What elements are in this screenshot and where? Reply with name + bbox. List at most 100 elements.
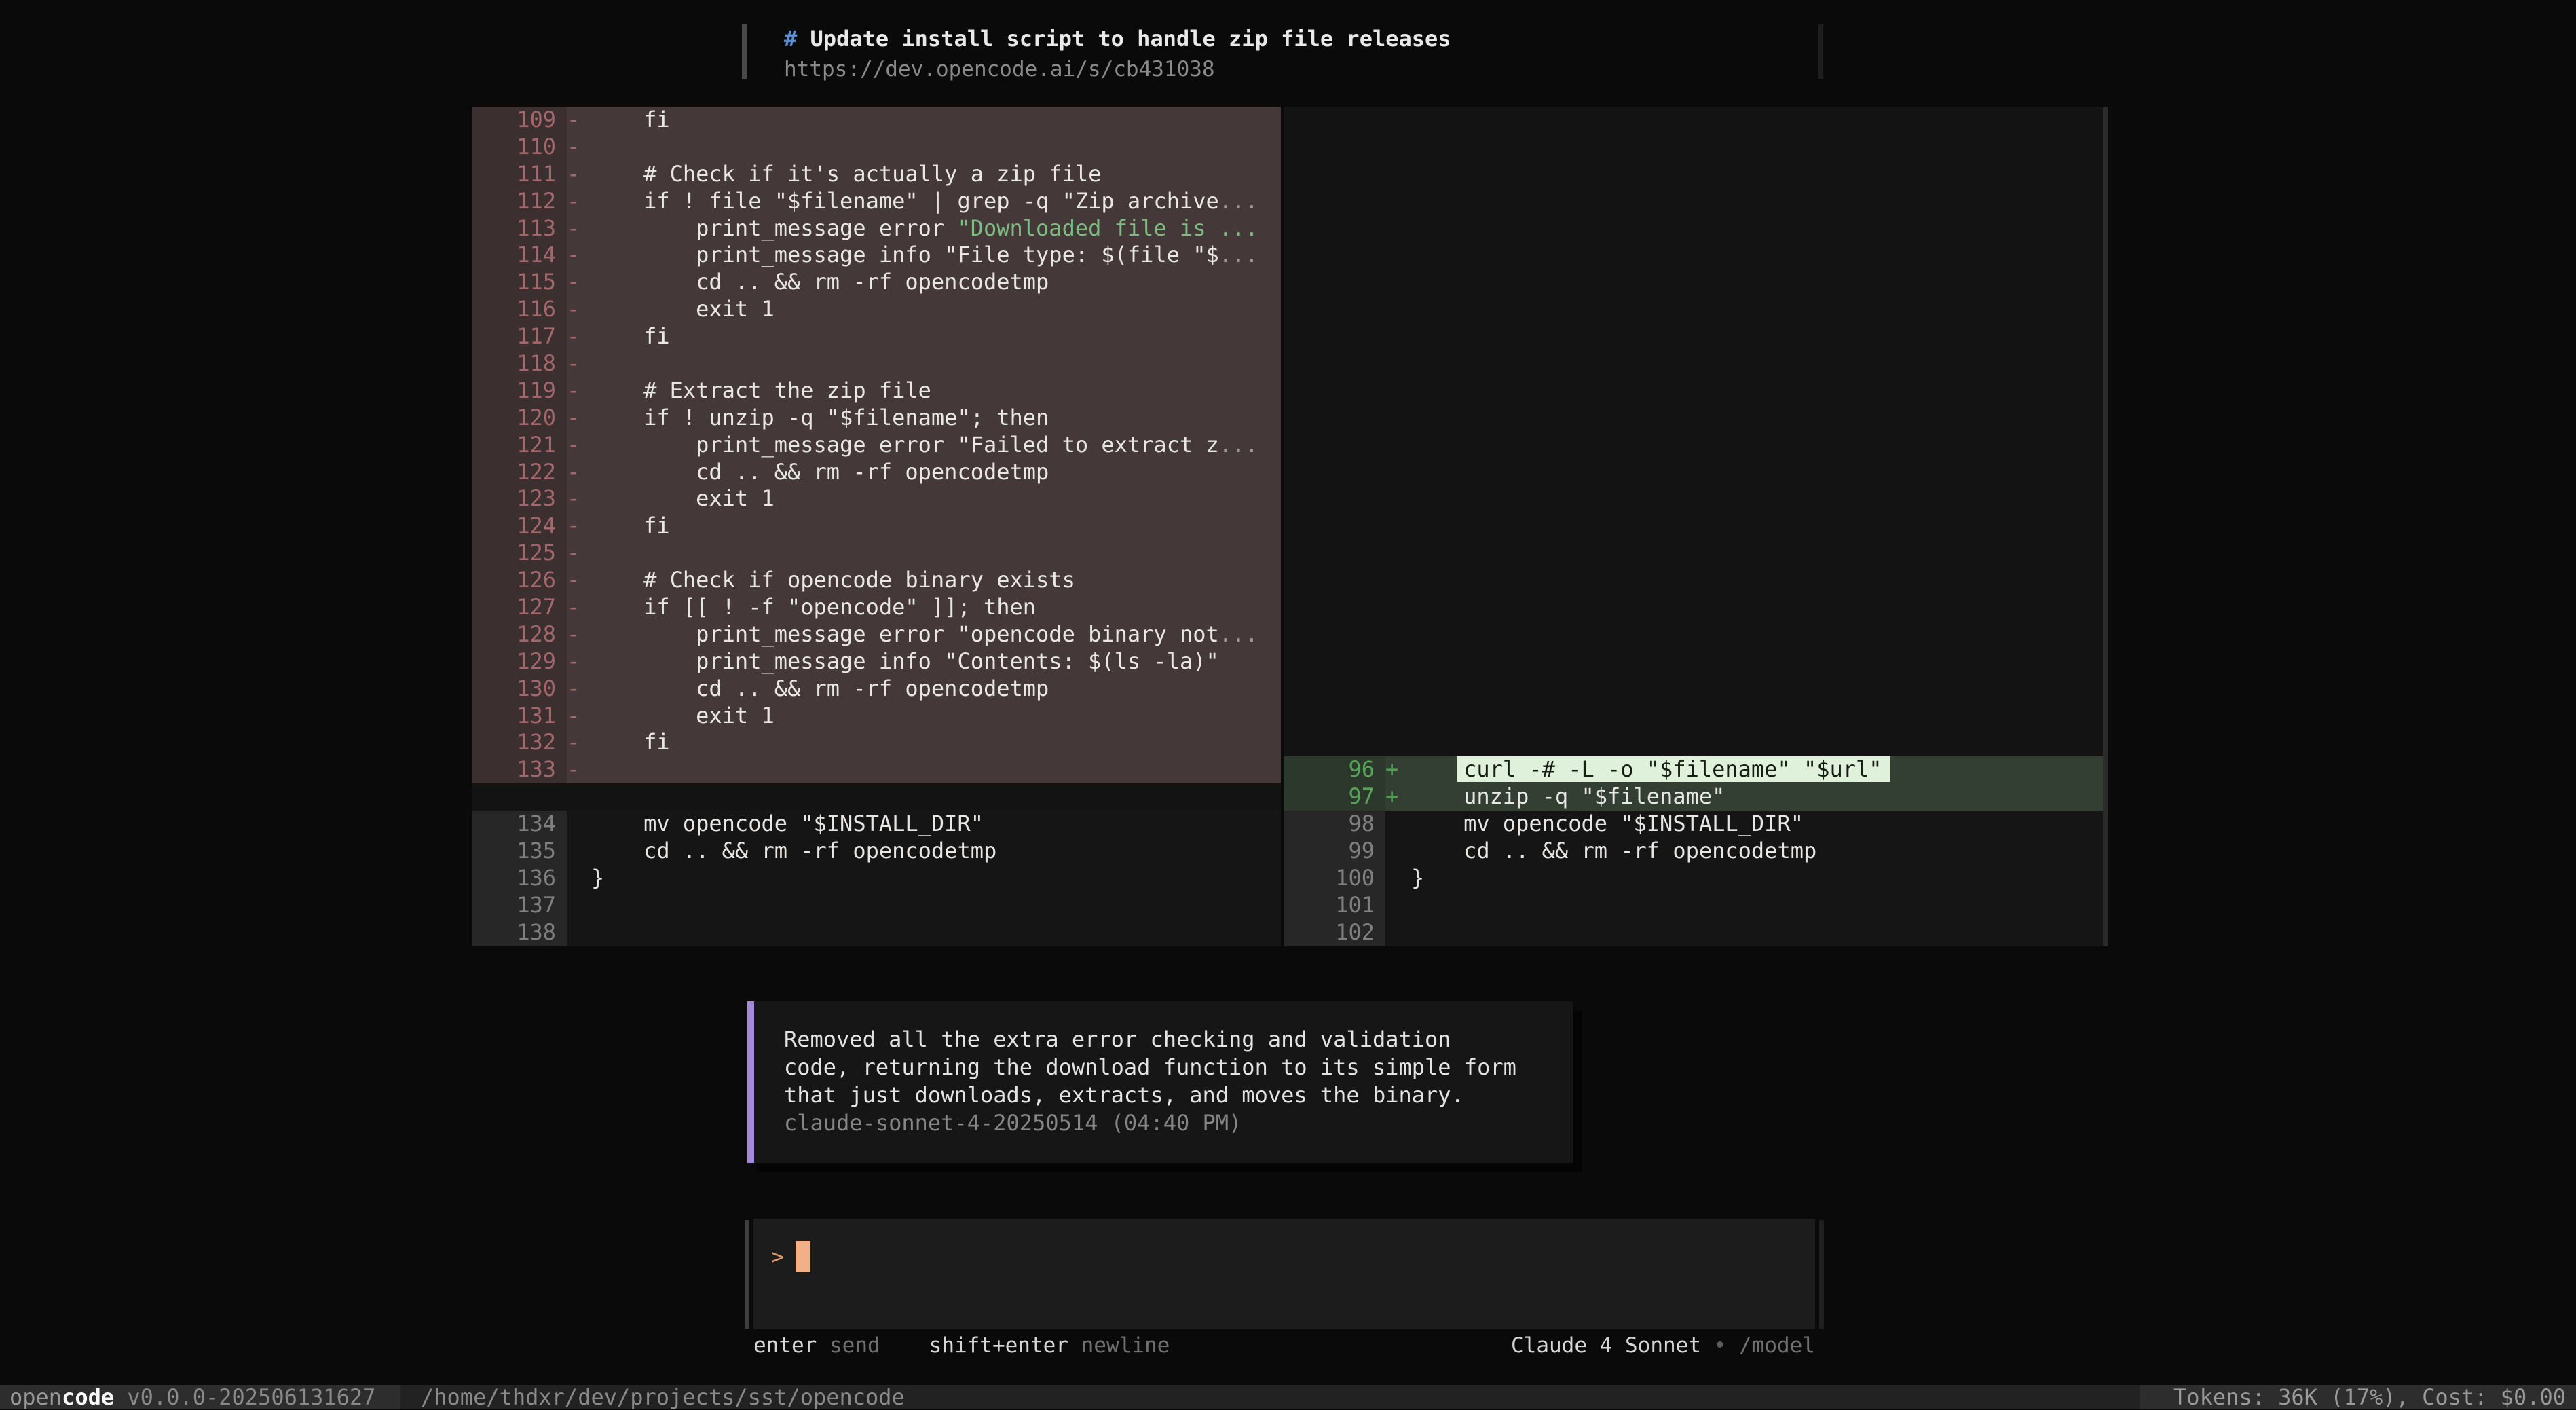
diff-row-new-100: 100} — [1284, 864, 2103, 892]
code-line: mv opencode "$INSTALL_DIR" — [1411, 811, 1804, 837]
line-number: 133 — [472, 756, 567, 784]
line-number: 101 — [1284, 891, 1385, 919]
diff-row-new-97: 97 + unzip -q "$filename" — [1284, 783, 2103, 811]
model-indicator[interactable]: Claude 4 Sonnet • /model — [1511, 1333, 1815, 1358]
removed-marker: - — [567, 323, 580, 350]
diff-filler-row — [1284, 350, 2103, 377]
diff-filler-row — [1284, 405, 2103, 432]
diff-row-old-126: 126- # Check if opencode binary exists — [472, 567, 1281, 595]
header-left-border — [742, 24, 747, 79]
line-number: 117 — [472, 323, 567, 351]
line-number: 127 — [472, 594, 567, 621]
line-number: 137 — [472, 891, 567, 919]
removed-marker: - — [567, 377, 580, 403]
diff-filler-row — [1284, 703, 2103, 730]
diff-row-old-132: 132- fi — [472, 729, 1281, 757]
line-number: 129 — [472, 648, 567, 675]
code-line: if ! file "$filename" | grep -q "Zip arc… — [591, 187, 1258, 214]
diff-filler-row — [1284, 323, 2103, 350]
token-cost-stats: Tokens: 36K (17%), Cost: $0.00 — [2140, 1385, 2576, 1409]
removed-marker: - — [567, 675, 580, 701]
removed-marker: - — [567, 107, 580, 132]
share-url[interactable]: https://dev.opencode.ai/s/cb431038 — [784, 57, 1215, 81]
diff-row-old-112: 112- if ! file "$filename" | grep -q "Zi… — [472, 187, 1281, 215]
diff-filler-row — [1284, 621, 2103, 648]
removed-marker: - — [567, 594, 580, 620]
input-right-border — [1819, 1220, 1824, 1329]
text-cursor — [796, 1241, 810, 1272]
app-name-dim: open — [10, 1384, 62, 1410]
code-line: if ! unzip -q "$filename"; then — [591, 404, 1049, 430]
removed-marker: - — [567, 296, 580, 322]
diff-filler-row — [1284, 134, 2103, 161]
line-number: 136 — [472, 864, 567, 892]
diff-row-old-128: 128- print_message error "opencode binar… — [472, 620, 1281, 648]
diff-row-old-116: 116- exit 1 — [472, 296, 1281, 324]
footer-hints: enter send shift+enter newline Claude 4 … — [753, 1333, 1815, 1358]
app-name-bold: code — [62, 1384, 115, 1410]
code-line: # Check if it's actually a zip file — [591, 160, 1102, 187]
removed-marker: - — [567, 540, 580, 566]
selected-change-highlight: curl -# -L -o "$filename" "$url" — [1457, 756, 1890, 783]
message-text-line: code, returning the download function to… — [784, 1054, 1516, 1080]
app-version-segment: opencode v0.0.0-202506131627 — [0, 1385, 400, 1409]
message-input[interactable]: > — [753, 1219, 1815, 1329]
context-marker — [1385, 919, 1411, 946]
code-line: exit 1 — [591, 485, 774, 512]
removed-marker: - — [567, 756, 580, 783]
diff-filler-row — [1284, 215, 2103, 242]
line-number: 96 — [1284, 756, 1385, 784]
code-line: # Extract the zip file — [591, 377, 931, 403]
diff-filler-row — [1284, 729, 2103, 756]
diff-filler-row — [1284, 296, 2103, 323]
code-line: fi — [591, 107, 670, 132]
line-number: 128 — [472, 620, 567, 648]
removed-marker: - — [567, 567, 580, 593]
removed-marker: - — [567, 620, 580, 647]
diff-row-old-109: 109- fi — [472, 107, 1281, 134]
diff-filler-row — [472, 783, 1281, 811]
line-number: 112 — [472, 187, 567, 215]
code-line: exit 1 — [591, 702, 774, 728]
diff-row-old-137: 137 — [472, 891, 1281, 919]
message-text-line: that just downloads, extracts, and moves… — [784, 1082, 1464, 1108]
code-line: unzip -q "$filename" — [1411, 783, 1725, 810]
line-number: 135 — [472, 838, 567, 865]
removed-marker: - — [567, 160, 580, 187]
code-line: fi — [591, 323, 670, 350]
line-number: 120 — [472, 404, 567, 432]
diff-row-old-122: 122- cd .. && rm -rf opencodetmp — [472, 458, 1281, 486]
code-line: } — [591, 864, 605, 891]
line-number: 116 — [472, 296, 567, 324]
context-marker — [1385, 811, 1411, 838]
line-number: 102 — [1284, 919, 1385, 946]
diff-filler-row — [1284, 188, 2103, 215]
diff-row-old-111: 111- # Check if it's actually a zip file — [472, 160, 1281, 188]
line-number: 119 — [472, 377, 567, 405]
diff-row-old-123: 123- exit 1 — [472, 485, 1281, 513]
diff-filler-row — [1284, 432, 2103, 459]
diff-row-old-130: 130- cd .. && rm -rf opencodetmp — [472, 675, 1281, 703]
line-number: 97 — [1284, 783, 1385, 811]
separator-dot: • — [1713, 1333, 1727, 1358]
removed-marker: - — [567, 431, 580, 458]
diff-scrollbar[interactable] — [2103, 107, 2108, 946]
removed-marker: - — [567, 648, 580, 674]
diff-filler-row — [1284, 161, 2103, 188]
line-number: 114 — [472, 242, 567, 270]
assistant-message: Removed all the extra error checking and… — [747, 1001, 1573, 1163]
diff-row-new-96: 96 + curl -# -L -o "$filename" "$url" — [1284, 756, 2103, 784]
title-hash-icon: # — [784, 26, 798, 52]
code-line: print_message error "opencode binary not… — [591, 620, 1258, 647]
diff-filler-row — [1284, 540, 2103, 567]
app-version: v0.0.0-202506131627 — [114, 1384, 376, 1410]
code-line: curl -# -L -o "$filename" "$url" — [1411, 756, 2103, 783]
diff-row-new-99: 99 cd .. && rm -rf opencodetmp — [1284, 838, 2103, 865]
diff-filler-row — [1284, 513, 2103, 540]
line-number: 110 — [472, 133, 567, 161]
diff-filler-row — [1284, 485, 2103, 513]
code-line: cd .. && rm -rf opencodetmp — [591, 675, 1049, 701]
